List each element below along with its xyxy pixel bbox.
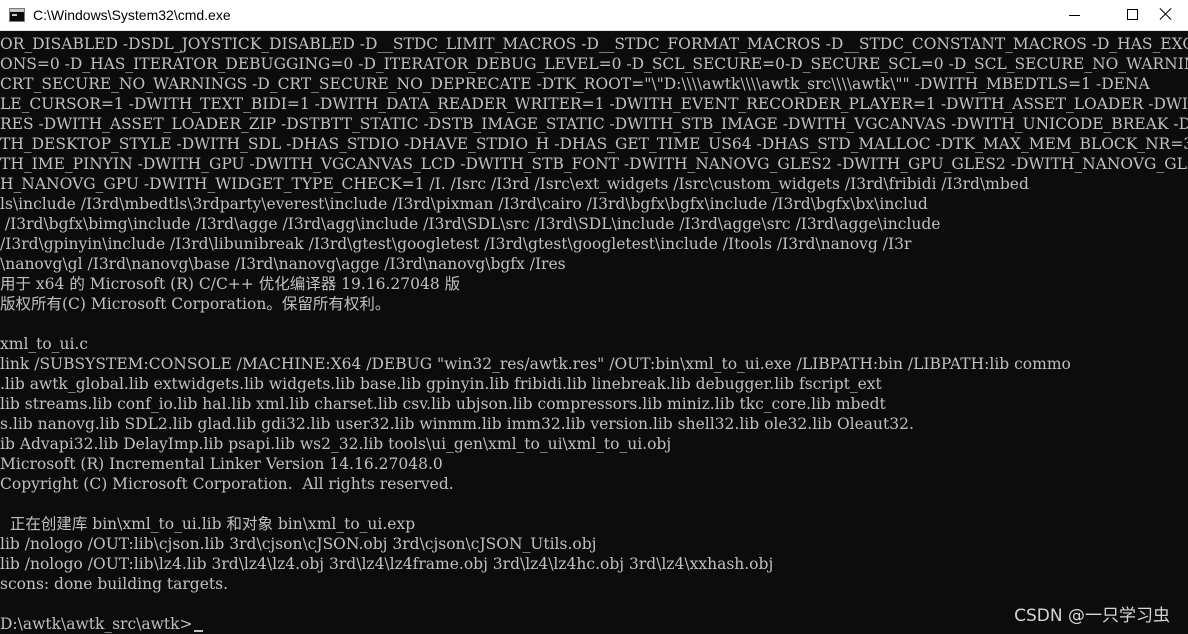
close-button[interactable] (1144, 0, 1188, 30)
maximize-icon (1127, 9, 1138, 20)
console-line: ls\include /I3rd\mbedtls\3rdparty\everes… (0, 194, 1188, 214)
console-line: \nanovg\gl /I3rd\nanovg\base /I3rd\nanov… (0, 254, 1188, 274)
console-line: Copyright (C) Microsoft Corporation. All… (0, 474, 1188, 494)
console-line-text: ls\include /I3rd\mbedtls\3rdparty\everes… (0, 195, 928, 213)
console-line-text: CRT_SECURE_NO_WARNINGS -D_CRT_SECURE_NO_… (0, 75, 1150, 93)
console-line-text: H_NANOVG_GPU -DWITH_WIDGET_TYPE_CHECK=1 … (0, 175, 1029, 193)
console-line: TH_DESKTOP_STYLE -DWITH_SDL -DHAS_STDIO … (0, 134, 1188, 154)
console-line: 正在创建库 bin\xml_to_ui.lib 和对象 bin\xml_to_u… (0, 514, 1188, 534)
console-line-text: lib streams.lib conf_io.lib hal.lib xml.… (0, 395, 886, 413)
console-line: 版权所有(C) Microsoft Corporation。保留所有权利。 (0, 294, 1188, 314)
title-bar[interactable]: C:\Windows\System32\cmd.exe (0, 0, 1188, 31)
console-line-text: TH_IME_PINYIN -DWITH_GPU -DWITH_VGCANVAS… (0, 155, 1188, 173)
console-output[interactable]: OR_DISABLED -DSDL_JOYSTICK_DISABLED -D__… (0, 34, 1188, 634)
console-line-text: /I3rd\gpinyin\include /I3rd\libunibreak … (0, 235, 912, 253)
watermark-text: CSDN @一只学习虫 (1014, 606, 1170, 626)
console-line: lib streams.lib conf_io.lib hal.lib xml.… (0, 394, 1188, 414)
window-title: C:\Windows\System32\cmd.exe (33, 7, 231, 23)
console-line-text: link /SUBSYSTEM:CONSOLE /MACHINE:X64 /DE… (0, 355, 1071, 373)
minimize-icon (1069, 15, 1080, 16)
console-line-text: Microsoft (R) Incremental Linker Version… (0, 455, 443, 473)
console-line-text: .lib awtk_global.lib extwidgets.lib widg… (0, 375, 882, 393)
console-app-icon[interactable] (9, 8, 25, 22)
console-line-text: ONS=0 -D_HAS_ITERATOR_DEBUGGING=0 -D_ITE… (0, 55, 1188, 73)
console-line-text: RES -DWITH_ASSET_LOADER_ZIP -DSTBTT_STAT… (0, 115, 1188, 133)
console-line-text: ib Advapi32.lib DelayImp.lib psapi.lib w… (0, 435, 672, 453)
console-line: scons: done building targets. (0, 574, 1188, 594)
cmd-window: C:\Windows\System32\cmd.exe OR_DISABLED … (0, 0, 1188, 634)
console-line-text: lib /nologo /OUT:lib\cjson.lib 3rd\cjson… (0, 535, 597, 553)
console-line-text: \nanovg\gl /I3rd\nanovg\base /I3rd\nanov… (0, 255, 566, 273)
console-line: lib /nologo /OUT:lib\cjson.lib 3rd\cjson… (0, 534, 1188, 554)
console-line: xml_to_ui.c (0, 334, 1188, 354)
console-line: LE_CURSOR=1 -DWITH_TEXT_BIDI=1 -DWITH_DA… (0, 94, 1188, 114)
console-line: CRT_SECURE_NO_WARNINGS -D_CRT_SECURE_NO_… (0, 74, 1188, 94)
console-line: TH_IME_PINYIN -DWITH_GPU -DWITH_VGCANVAS… (0, 154, 1188, 174)
console-line-text: 版权所有(C) Microsoft Corporation。保留所有权利。 (0, 295, 391, 313)
close-icon (1160, 8, 1172, 20)
console-line-text: scons: done building targets. (0, 575, 229, 593)
console-line: /I3rd\bgfx\bimg\include /I3rd\agge /I3rd… (0, 214, 1188, 234)
console-line: /I3rd\gpinyin\include /I3rd\libunibreak … (0, 234, 1188, 254)
console-line-text: s.lib nanovg.lib SDL2.lib glad.lib gdi32… (0, 415, 914, 433)
console-line-text: lib /nologo /OUT:lib\lz4.lib 3rd\lz4\lz4… (0, 555, 774, 573)
console-line: OR_DISABLED -DSDL_JOYSTICK_DISABLED -D__… (0, 34, 1188, 54)
console-line-text: Copyright (C) Microsoft Corporation. All… (0, 475, 454, 493)
prompt-text: D:\awtk\awtk_src\awtk> (0, 615, 193, 633)
console-line: lib /nologo /OUT:lib\lz4.lib 3rd\lz4\lz4… (0, 554, 1188, 574)
console-line: link /SUBSYSTEM:CONSOLE /MACHINE:X64 /DE… (0, 354, 1188, 374)
console-line: s.lib nanovg.lib SDL2.lib glad.lib gdi32… (0, 414, 1188, 434)
console-line-text: TH_DESKTOP_STYLE -DWITH_SDL -DHAS_STDIO … (0, 135, 1188, 153)
console-line: .lib awtk_global.lib extwidgets.lib widg… (0, 374, 1188, 394)
console-line-text: /I3rd\bgfx\bimg\include /I3rd\agge /I3rd… (0, 215, 941, 233)
console-line: 用于 x64 的 Microsoft (R) C/C++ 优化编译器 19.16… (0, 274, 1188, 294)
console-line-text: 用于 x64 的 Microsoft (R) C/C++ 优化编译器 19.16… (0, 275, 461, 293)
text-cursor (193, 630, 203, 632)
console-line-text: OR_DISABLED -DSDL_JOYSTICK_DISABLED -D__… (0, 35, 1188, 53)
console-line-text: LE_CURSOR=1 -DWITH_TEXT_BIDI=1 -DWITH_DA… (0, 95, 1188, 113)
console-line: H_NANOVG_GPU -DWITH_WIDGET_TYPE_CHECK=1 … (0, 174, 1188, 194)
console-line: ib Advapi32.lib DelayImp.lib psapi.lib w… (0, 434, 1188, 454)
command-prompt-line[interactable]: D:\awtk\awtk_src\awtk> (0, 614, 1188, 634)
console-line: RES -DWITH_ASSET_LOADER_ZIP -DSTBTT_STAT… (0, 114, 1188, 134)
console-line-text: 正在创建库 bin\xml_to_ui.lib 和对象 bin\xml_to_u… (0, 515, 416, 533)
console-line: Microsoft (R) Incremental Linker Version… (0, 454, 1188, 474)
console-line-text: xml_to_ui.c (0, 335, 89, 353)
console-line: ONS=0 -D_HAS_ITERATOR_DEBUGGING=0 -D_ITE… (0, 54, 1188, 74)
minimize-button[interactable] (1052, 0, 1098, 30)
